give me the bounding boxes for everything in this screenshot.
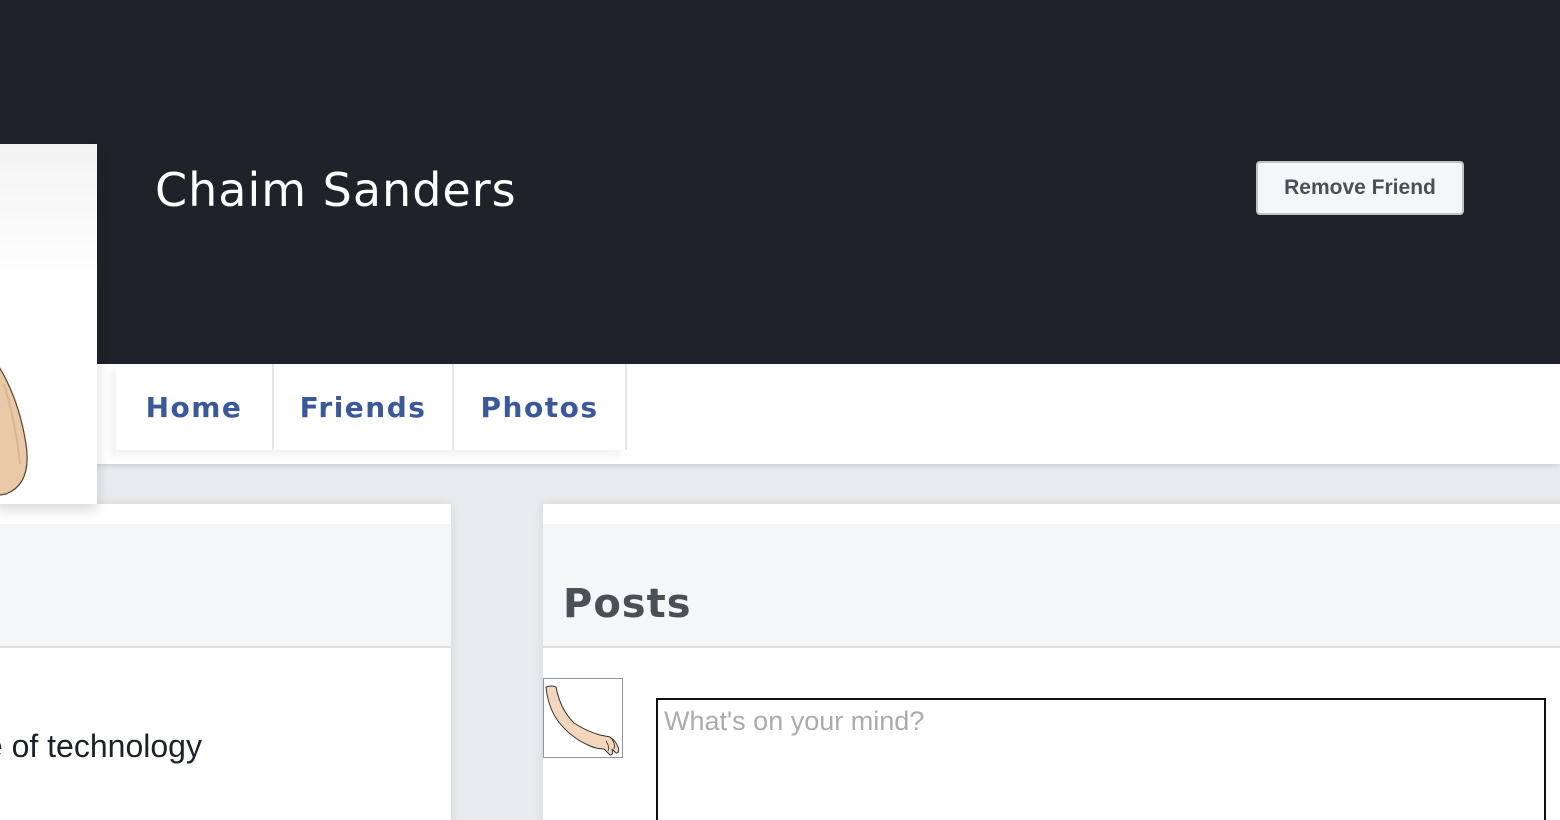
remove-friend-button[interactable]: Remove Friend [1256, 161, 1464, 215]
about-text: te of technology [0, 728, 202, 764]
profile-nav-bar: Home Friends Photos [0, 364, 1560, 464]
arm-hand-icon [545, 685, 620, 756]
tab-photos[interactable]: Photos [454, 364, 627, 450]
profile-name: Chaim Sanders [155, 163, 517, 217]
about-card: te of technology [0, 504, 451, 820]
profile-picture[interactable] [0, 144, 97, 504]
posts-card: Posts [543, 504, 1560, 820]
posts-card-header: Posts [543, 524, 1560, 648]
about-text-container: te of technology [0, 722, 461, 770]
profile-photo-icon [0, 367, 28, 496]
post-composer-input[interactable] [656, 698, 1546, 820]
tab-home[interactable]: Home [116, 364, 274, 450]
profile-page: Chaim Sanders Remove Friend Home Friends… [0, 0, 1560, 820]
tab-friends[interactable]: Friends [274, 364, 454, 450]
composer-avatar[interactable] [543, 678, 623, 758]
about-card-header [0, 524, 451, 648]
posts-title: Posts [563, 581, 692, 627]
profile-tabs: Home Friends Photos [116, 364, 627, 450]
